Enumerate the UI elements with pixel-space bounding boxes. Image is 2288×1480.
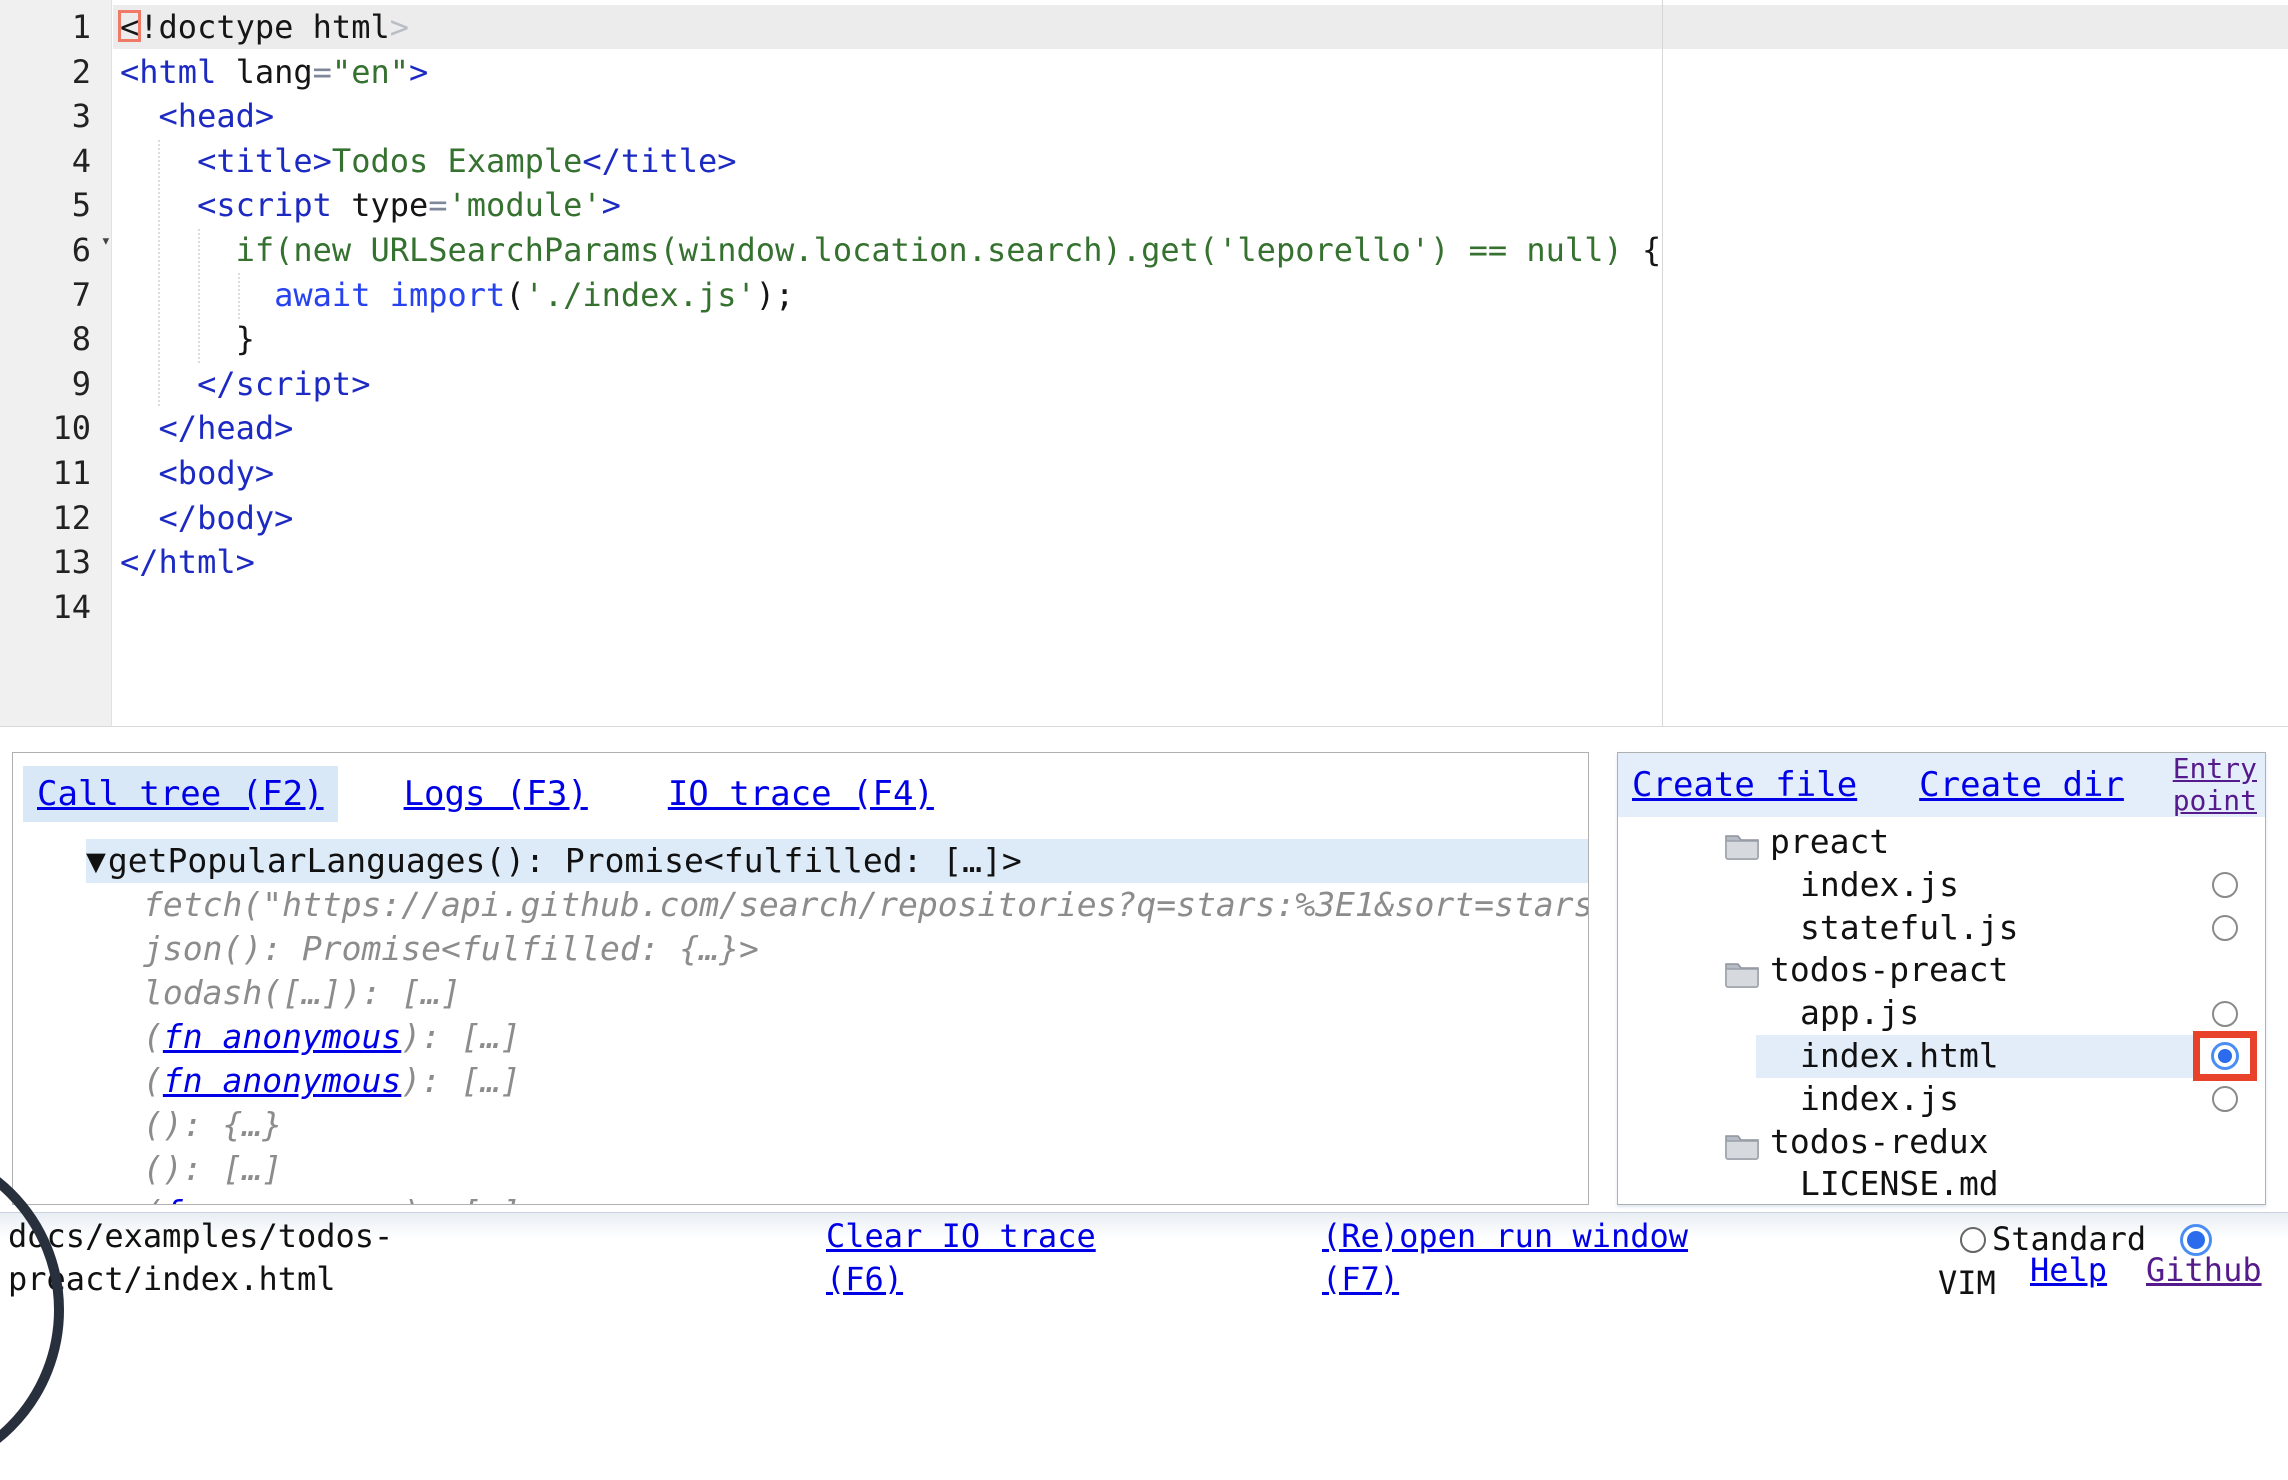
code-editor[interactable]: 123456▾7891011121314 <!doctype html><htm… [0, 0, 2288, 727]
collapse-arrow-icon[interactable]: ▼ [86, 841, 106, 880]
call-tree-fn-link[interactable]: fn anonymous [163, 1061, 401, 1100]
code-line: <head> [120, 94, 1661, 139]
call-tree-row[interactable]: (fn anonymous): […] [13, 1191, 1588, 1205]
line-number: 7 [0, 273, 111, 318]
call-tree-row[interactable]: lodash([…]): […] [13, 971, 1588, 1015]
folder-name: todos-redux [1618, 1122, 1989, 1161]
github-link[interactable]: Github [2146, 1249, 2262, 1292]
entry-point-radio[interactable] [2212, 1001, 2238, 1027]
file-tree: preact index.js stateful.jstodos-preact app… [1618, 817, 2265, 1205]
create-file-link[interactable]: Create file [1632, 765, 1857, 805]
status-bar: docs/examples/todos-preact/index.html Cl… [0, 1212, 2288, 1303]
file-name: stateful.js [1618, 908, 2019, 947]
line-number-gutter: 123456▾7891011121314 [0, 0, 112, 726]
call-tree: ▼getPopularLanguages(): Promise<fulfille… [13, 839, 1588, 1205]
reopen-run-window-link[interactable]: (Re)open run window (F7) [1322, 1215, 1722, 1301]
code-line: <body> [120, 451, 1661, 496]
file-row[interactable]: LICENSE.md [1618, 1163, 2265, 1205]
line-number: 3 [0, 94, 111, 139]
code-area[interactable]: <!doctype html><html lang="en"> <head> <… [120, 5, 1661, 629]
tab-io-trace-f4[interactable]: IO trace (F4) [654, 766, 948, 822]
code-line: } [120, 317, 1661, 362]
call-tree-fn-link[interactable]: fn anonymous [163, 1017, 401, 1056]
current-file-path: docs/examples/todos-preact/index.html [8, 1215, 404, 1301]
code-line: </html> [120, 540, 1661, 585]
file-name: index.js [1618, 865, 1959, 904]
file-name: index.js [1618, 1079, 1959, 1118]
call-tree-row[interactable]: (fn anonymous): […] [13, 1059, 1588, 1103]
line-number: 4 [0, 139, 111, 184]
line-number: 9 [0, 362, 111, 407]
line-number: 5 [0, 183, 111, 228]
panel-tabs: Call tree (F2) Logs (F3) IO trace (F4) [13, 753, 1588, 822]
entry-point-highlight-box [2193, 1031, 2257, 1081]
call-tree-row[interactable]: fetch("https://api.github.com/search/rep… [13, 883, 1588, 927]
call-tree-row[interactable]: (): […] [13, 1147, 1588, 1191]
file-row[interactable]: app.js [1618, 992, 2265, 1035]
code-line: </head> [120, 406, 1661, 451]
line-number: 13 [0, 540, 111, 585]
call-tree-row[interactable]: json(): Promise<fulfilled: {…}> [13, 927, 1588, 971]
create-dir-link[interactable]: Create dir [1919, 765, 2124, 805]
line-number: 14 [0, 585, 111, 630]
line-number: 8 [0, 317, 111, 362]
code-line [120, 585, 1661, 630]
code-line: <!doctype html> [120, 5, 1661, 50]
call-tree-panel: Call tree (F2) Logs (F3) IO trace (F4) ▼ge… [12, 752, 1589, 1205]
entry-point-radio-checked[interactable] [2211, 1042, 2239, 1070]
column-ruler [1662, 0, 1663, 726]
file-row[interactable]: index.js [1618, 1078, 2265, 1121]
file-panel: Create file Create dir Entry point preac… [1617, 752, 2266, 1205]
folder-row[interactable]: todos-redux [1618, 1121, 2265, 1164]
entry-point-radio[interactable] [2212, 872, 2238, 898]
file-row[interactable]: index.js [1618, 864, 2265, 907]
file-name: LICENSE.md [1618, 1164, 1999, 1203]
code-line: </body> [120, 496, 1661, 541]
entry-point-radio[interactable] [2212, 1086, 2238, 1112]
fold-arrow-icon[interactable]: ▾ [101, 233, 111, 250]
call-tree-root-row[interactable]: ▼getPopularLanguages(): Promise<fulfille… [13, 839, 1588, 883]
call-tree-row[interactable]: (): {…} [13, 1103, 1588, 1147]
line-number: 1 [0, 5, 111, 50]
file-row[interactable]: stateful.js [1618, 907, 2265, 950]
standard-radio[interactable] [1960, 1227, 1986, 1253]
line-number: 6▾ [0, 228, 111, 273]
line-number: 12 [0, 496, 111, 541]
folder-name: todos-preact [1618, 950, 2008, 989]
file-panel-header: Create file Create dir Entry point [1618, 753, 2265, 817]
code-line: if(new URLSearchParams(window.location.s… [120, 228, 1661, 273]
file-row[interactable]: index.html [1618, 1035, 2265, 1078]
code-line: <script type='module'> [120, 183, 1661, 228]
help-link[interactable]: Help [2030, 1249, 2107, 1292]
tab-call-tree-f2[interactable]: Call tree (F2) [23, 766, 338, 822]
clear-io-trace-link[interactable]: Clear IO trace (F6) [826, 1215, 1126, 1301]
code-line: <title>Todos Example</title> [120, 139, 1661, 184]
file-name: index.html [1618, 1036, 1999, 1075]
call-tree-root-label: getPopularLanguages(): Promise<fulfilled… [108, 841, 1022, 880]
vim-label: VIM [1938, 1264, 1996, 1302]
entry-point-radio[interactable] [2212, 915, 2238, 941]
code-line: </script> [120, 362, 1661, 407]
call-tree-fn-link[interactable]: fn anonymous [163, 1193, 401, 1205]
tab-logs-f3[interactable]: Logs (F3) [390, 766, 602, 822]
code-line: <html lang="en"> [120, 50, 1661, 95]
line-number: 2 [0, 50, 111, 95]
text-cursor: < [120, 8, 139, 46]
call-tree-row[interactable]: (fn anonymous): […] [13, 1015, 1588, 1059]
line-number: 10 [0, 406, 111, 451]
line-number: 11 [0, 451, 111, 496]
code-line: await import('./index.js'); [120, 273, 1661, 318]
entry-point-link[interactable]: Entry point [2167, 753, 2257, 817]
folder-name: preact [1618, 822, 1889, 861]
file-name: app.js [1618, 993, 1919, 1032]
folder-row[interactable]: preact [1618, 821, 2265, 864]
folder-row[interactable]: todos-preact [1618, 949, 2265, 992]
